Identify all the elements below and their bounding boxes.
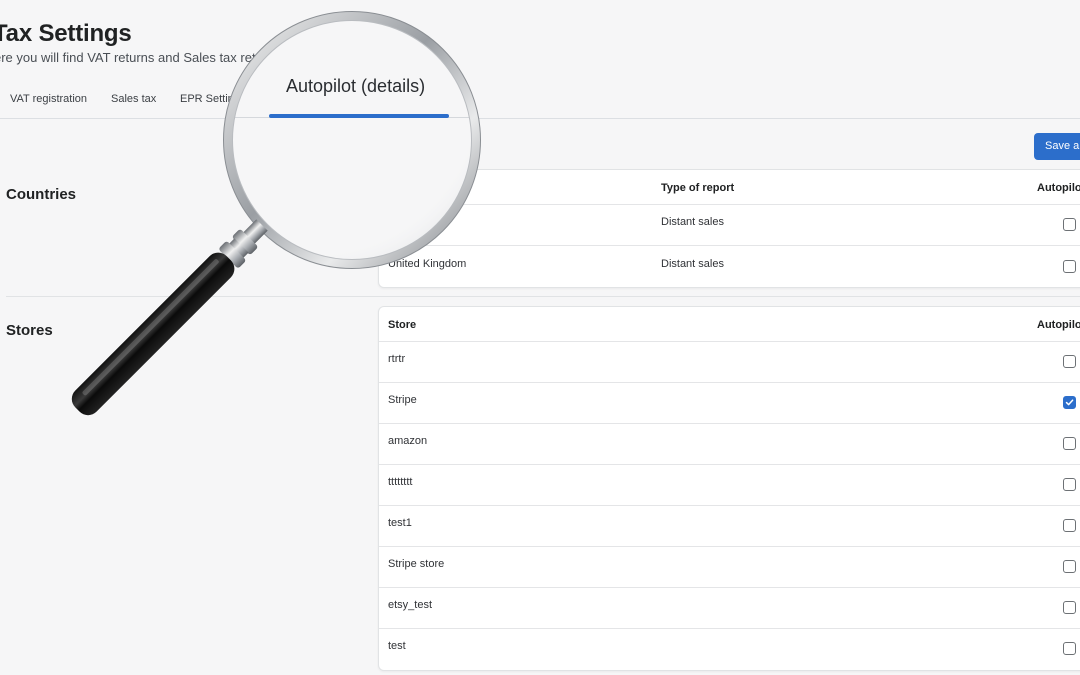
column-header-autopilot: Autopilot [1037, 319, 1080, 331]
table-row: etsy_test [379, 588, 1080, 629]
autopilot-checkbox[interactable] [1063, 601, 1076, 614]
autopilot-checkbox[interactable] [1063, 560, 1076, 573]
autopilot-checkbox[interactable] [1063, 478, 1076, 491]
table-row: tttttttt [379, 465, 1080, 506]
report-type-cell: Distant sales [661, 258, 724, 270]
table-row: test1 [379, 506, 1080, 547]
store-name-cell: test [388, 640, 406, 652]
store-name-cell: etsy_test [388, 599, 433, 611]
table-row: rtrtr [379, 342, 1080, 383]
column-header-autopilot: Autopilot [1037, 182, 1080, 194]
tab-vat-registration[interactable]: VAT registration [10, 93, 87, 105]
store-name-cell: tttttttt [388, 476, 413, 488]
autopilot-checkbox[interactable] [1063, 642, 1076, 655]
table-row: Stripe [379, 383, 1080, 424]
store-name-cell: Stripe [388, 394, 417, 406]
column-header-type: Type of report [661, 182, 735, 194]
autopilot-checkbox[interactable] [1063, 260, 1076, 273]
page-subtitle: ere you will find VAT returns and Sales … [0, 50, 281, 65]
autopilot-checkbox[interactable] [1063, 519, 1076, 532]
autopilot-checkbox[interactable] [1063, 396, 1076, 409]
store-name-cell: test1 [388, 517, 412, 529]
autopilot-checkbox[interactable] [1063, 437, 1076, 450]
checkmark-icon [1065, 399, 1074, 406]
table-header-row: Type of report Autopilot [379, 170, 1080, 205]
table-row: Distant sales [379, 205, 1080, 246]
stores-heading: Stores [6, 322, 53, 339]
table-header-row: Store Autopilot [379, 307, 1080, 342]
table-row: test [379, 629, 1080, 670]
table-row: United Kingdom Distant sales [379, 246, 1080, 287]
column-header-store: Store [388, 319, 417, 331]
store-name-cell: rtrtr [388, 353, 406, 365]
save-all-button[interactable]: Save al [1034, 133, 1080, 160]
tab-sales-tax[interactable]: Sales tax [111, 93, 156, 105]
autopilot-checkbox[interactable] [1063, 218, 1076, 231]
store-name-cell: Stripe store [388, 558, 445, 570]
tab-epr-settings[interactable]: EPR Setting [180, 93, 240, 105]
table-row: amazon [379, 424, 1080, 465]
tab-bar: VAT registration Sales tax EPR Setting [0, 80, 1080, 119]
countries-heading: Countries [6, 186, 77, 203]
country-cell: United Kingdom [388, 258, 467, 270]
store-name-cell: amazon [388, 435, 428, 447]
page-title: Tax Settings [0, 20, 132, 47]
report-type-cell: Distant sales [661, 216, 724, 228]
countries-table: Type of report Autopilot Distant sales U… [378, 169, 1080, 288]
stores-table: Store Autopilot rtrtr Stripe amazon tttt… [378, 306, 1080, 671]
autopilot-checkbox[interactable] [1063, 355, 1076, 368]
table-row: Stripe store [379, 547, 1080, 588]
section-divider [6, 296, 1080, 297]
